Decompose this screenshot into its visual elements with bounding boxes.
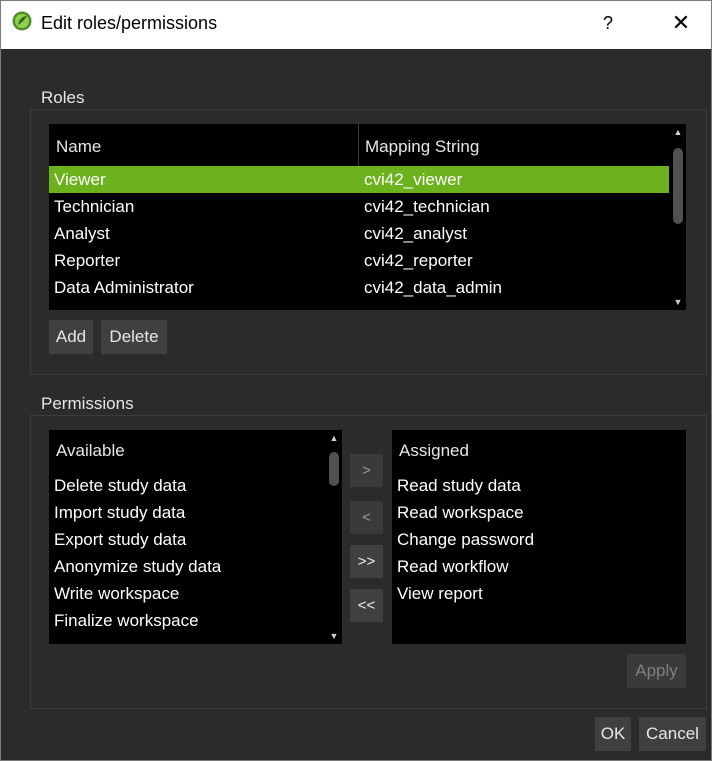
list-item[interactable]: Finalize workspace (49, 607, 326, 634)
roles-section-title: Roles (41, 88, 85, 107)
role-name: Viewer (54, 170, 106, 189)
role-mapping: cvi42_data_admin (364, 278, 502, 297)
list-item[interactable]: Read workspace (392, 499, 686, 526)
delete-role-button[interactable]: Delete (101, 320, 167, 354)
table-row[interactable]: Analyst cvi42_analyst (49, 220, 669, 247)
unassign-selected-button[interactable]: < (350, 501, 383, 534)
permission-label: Write workspace (54, 584, 180, 603)
scroll-thumb[interactable] (673, 148, 683, 224)
list-item[interactable]: Change password (392, 526, 686, 553)
available-header: Available (49, 430, 326, 472)
list-item[interactable]: View report (392, 580, 686, 607)
role-name: Analyst (54, 224, 110, 243)
permission-label: Export study data (54, 530, 187, 549)
role-name: Technician (54, 197, 135, 216)
assigned-permissions-list[interactable]: Assigned Read study data Read workspace … (392, 430, 686, 644)
app-logo-icon (12, 11, 32, 31)
dialog-body: Roles Name Mapping String Viewer cvi42_v… (1, 49, 711, 760)
help-button[interactable]: ? (596, 10, 620, 36)
role-mapping: cvi42_viewer (364, 170, 463, 189)
list-item[interactable]: Import study data (49, 499, 326, 526)
column-header-name[interactable]: Name (56, 124, 101, 170)
role-mapping: cvi42_analyst (364, 224, 468, 243)
column-header-mapping-string[interactable]: Mapping String (365, 124, 479, 170)
available-scrollbar[interactable]: ▲ ▼ (326, 430, 342, 644)
list-item[interactable]: Read workflow (392, 553, 686, 580)
scroll-thumb[interactable] (329, 452, 339, 486)
roles-table-header: Name Mapping String (49, 124, 670, 170)
roles-table[interactable]: Name Mapping String Viewer cvi42_viewer … (49, 124, 686, 310)
role-mapping: cvi42_reporter (364, 251, 473, 270)
close-icon: ✕ (671, 10, 691, 35)
window-title: Edit roles/permissions (41, 13, 218, 33)
apply-button[interactable]: Apply (627, 654, 686, 688)
permission-label: View report (397, 584, 483, 603)
scroll-down-icon[interactable]: ▼ (326, 628, 342, 644)
role-name: Data Administrator (54, 278, 194, 297)
assigned-header: Assigned (392, 430, 686, 472)
close-button[interactable]: ✕ (667, 9, 695, 37)
unassign-all-button[interactable]: << (350, 589, 383, 622)
permission-label: Read study data (397, 476, 521, 495)
assigned-header-label: Assigned (399, 441, 469, 460)
scroll-up-icon[interactable]: ▲ (670, 124, 686, 140)
permission-label: Change password (397, 530, 535, 549)
table-row[interactable]: Technician cvi42_technician (49, 193, 669, 220)
permission-label: Read workflow (397, 557, 509, 576)
available-permissions-list[interactable]: Available Delete study data Import study… (49, 430, 342, 644)
title-bar[interactable]: Edit roles/permissions ? ✕ (1, 1, 711, 49)
scroll-down-icon[interactable]: ▼ (670, 294, 686, 310)
table-row[interactable]: Data Administrator cvi42_data_admin (49, 274, 669, 301)
permission-label: Import study data (54, 503, 186, 522)
edit-roles-dialog: Edit roles/permissions ? ✕ Roles Name Ma… (0, 0, 712, 761)
scroll-up-icon[interactable]: ▲ (326, 430, 342, 446)
role-name: Reporter (54, 251, 121, 270)
ok-button[interactable]: OK (595, 717, 631, 751)
roles-scrollbar[interactable]: ▲ ▼ (670, 124, 686, 310)
list-item[interactable]: Anonymize study data (49, 553, 326, 580)
list-item[interactable]: Write workspace (49, 580, 326, 607)
permissions-section-title: Permissions (41, 394, 134, 413)
list-item[interactable]: Export study data (49, 526, 326, 553)
table-row[interactable]: Reporter cvi42_reporter (49, 247, 669, 274)
permission-label: Anonymize study data (54, 557, 222, 576)
add-role-button[interactable]: Add (49, 320, 93, 354)
available-header-label: Available (56, 441, 125, 460)
role-mapping: cvi42_technician (364, 197, 490, 216)
list-item[interactable]: Delete study data (49, 472, 326, 499)
permission-label: Read workspace (397, 503, 524, 522)
cancel-button[interactable]: Cancel (639, 717, 706, 751)
table-row[interactable]: Viewer cvi42_viewer (49, 166, 669, 193)
assign-all-button[interactable]: >> (350, 545, 383, 578)
assign-selected-button[interactable]: > (350, 454, 383, 487)
column-separator[interactable] (358, 124, 359, 170)
permission-label: Finalize workspace (54, 611, 199, 630)
list-item[interactable]: Read study data (392, 472, 686, 499)
permission-label: Delete study data (54, 476, 187, 495)
